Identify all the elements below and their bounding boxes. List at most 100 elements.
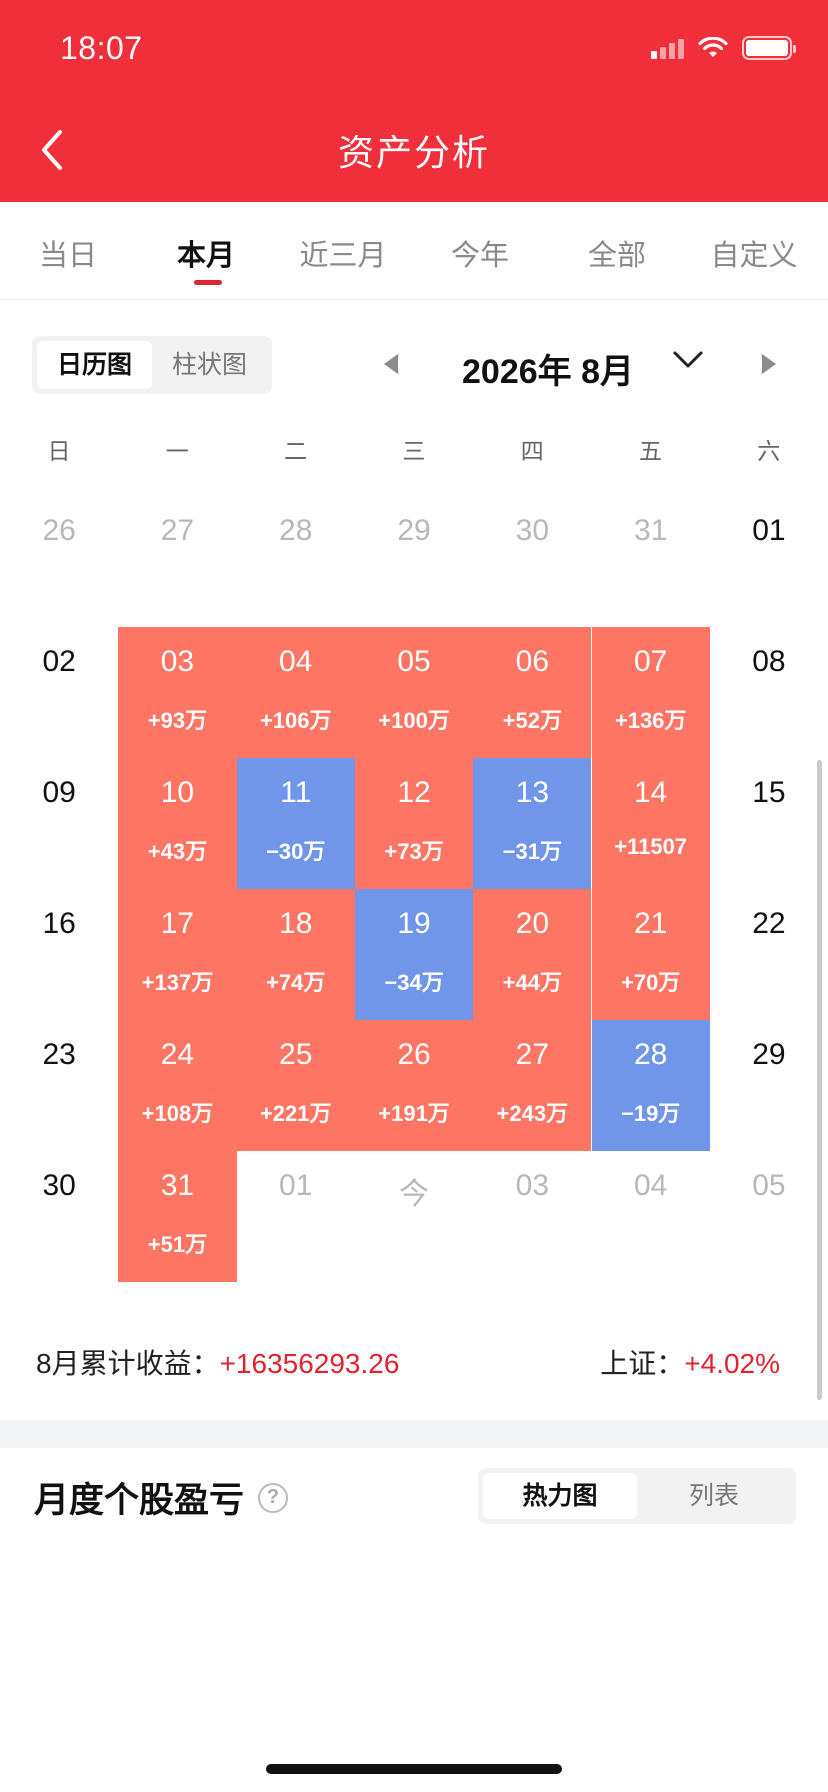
day-profit-value: −34万 (384, 970, 444, 995)
bar-chart-view-option[interactable]: 柱状图 (152, 341, 267, 389)
calendar-day-cell[interactable]: 26 +191万 (354, 1020, 474, 1151)
day-number: 24 (160, 1038, 195, 1071)
calendar-day-cell[interactable]: 15 (710, 758, 828, 889)
calendar-day-cell[interactable]: 20 +44万 (473, 889, 592, 1020)
day-number: 27 (515, 1038, 550, 1071)
calendar-day-cell[interactable]: 29 (710, 1020, 828, 1151)
calendar-day-cell[interactable]: 今 (355, 1151, 473, 1282)
tab-all[interactable]: 全部 (557, 232, 677, 274)
calendar-day-cell[interactable]: 24 +108万 (118, 1020, 237, 1151)
day-number: 03 (160, 645, 195, 678)
day-profit-value: +93万 (147, 708, 208, 733)
calendar-day-cell[interactable]: 28 −19万 (591, 1020, 710, 1151)
list-option[interactable]: 列表 (637, 1473, 791, 1519)
day-number: 08 (752, 645, 786, 678)
tab-this-year[interactable]: 今年 (420, 232, 540, 274)
tab-this-month[interactable]: 本月 (146, 232, 266, 274)
weekday-header: 日 一 二 三 四 五 六 (0, 432, 828, 468)
calendar-day-cell[interactable]: 16 (0, 889, 118, 1020)
chevron-down-icon[interactable] (672, 348, 704, 372)
day-number: 23 (42, 1038, 76, 1071)
day-number: 07 (633, 645, 668, 678)
day-number: 21 (633, 907, 668, 940)
calendar-day-cell[interactable]: 03 +93万 (118, 627, 237, 758)
heatmap-option[interactable]: 热力图 (483, 1473, 637, 1519)
cellular-signal-icon (651, 37, 684, 59)
app-header: 18:07 资产分析 (0, 0, 828, 202)
weekday-label: 三 (402, 438, 426, 464)
calendar-day-cell[interactable]: 23 (0, 1020, 118, 1151)
calendar-day-cell[interactable]: 28 (237, 496, 355, 627)
day-number: 22 (752, 907, 786, 940)
calendar-day-cell[interactable]: 26 (0, 496, 118, 627)
view-toggle: 日历图 柱状图 (32, 336, 272, 394)
tab-custom[interactable]: 自定义 (694, 232, 814, 274)
section-title: 月度个股盈亏 (34, 1481, 245, 1520)
day-number: 04 (279, 645, 313, 678)
day-number: 01 (279, 1169, 313, 1202)
calendar-day-cell[interactable]: 10 +43万 (118, 758, 237, 889)
status-time: 18:07 (60, 30, 143, 66)
next-month-icon[interactable] (762, 354, 776, 374)
calendar-day-cell[interactable]: 06 +52万 (473, 627, 592, 758)
calendar-day-cell[interactable]: 29 (355, 496, 473, 627)
calendar-day-cell[interactable]: 22 (710, 889, 828, 1020)
day-number: 31 (160, 1169, 195, 1202)
calendar-day-cell[interactable]: 19 −34万 (354, 889, 474, 1020)
calendar-day-cell[interactable]: 02 (0, 627, 118, 758)
calendar-day-cell[interactable]: 13 −31万 (473, 758, 592, 889)
tab-three-months[interactable]: 近三月 (283, 232, 403, 274)
calendar-day-cell[interactable]: 09 (0, 758, 118, 889)
calendar-day-cell[interactable]: 05 (710, 1151, 828, 1282)
calendar-day-cell[interactable]: 08 (710, 627, 828, 758)
calendar-day-cell[interactable]: 30 (473, 496, 591, 627)
calendar-day-cell[interactable]: 25 +221万 (236, 1020, 355, 1151)
calendar-day-cell[interactable]: 18 +74万 (236, 889, 355, 1020)
calendar-day-cell[interactable]: 01 (237, 1151, 355, 1282)
calendar-day-cell[interactable]: 31 +51万 (118, 1151, 237, 1282)
day-profit-value: +221万 (259, 1101, 332, 1126)
day-profit-value: +137万 (141, 970, 214, 995)
calendar-day-cell[interactable]: 01 (710, 496, 828, 627)
day-number: 28 (633, 1038, 668, 1071)
calendar-day-cell[interactable]: 14 +11507 (591, 758, 710, 889)
help-icon[interactable]: ? (258, 1482, 289, 1513)
home-indicator[interactable] (266, 1764, 562, 1774)
day-profit-value: +191万 (378, 1101, 450, 1126)
day-profit-value: +74万 (266, 970, 326, 995)
calendar-day-cell[interactable]: 11 −30万 (236, 758, 355, 889)
month-label[interactable]: 2026年 8月 (462, 344, 634, 393)
cumulative-profit-value: +16356293.26 (219, 1348, 400, 1379)
day-number: 19 (397, 907, 431, 940)
prev-month-icon[interactable] (384, 354, 398, 374)
calendar-day-cell[interactable]: 12 +73万 (354, 758, 474, 889)
month-navigator: 2026年 8月 (370, 340, 790, 393)
calendar-day-cell[interactable]: 04 +106万 (236, 627, 355, 758)
calendar-day-cell[interactable]: 04 (592, 1151, 710, 1282)
day-number: 05 (752, 1169, 786, 1202)
calendar-view-option[interactable]: 日历图 (37, 341, 152, 389)
scrollbar[interactable] (817, 760, 822, 1400)
calendar-day-cell[interactable]: 30 (0, 1151, 118, 1282)
calendar-day-cell[interactable]: 03 (473, 1151, 591, 1282)
day-number: 09 (42, 776, 76, 809)
day-number: 03 (515, 1169, 550, 1202)
tab-today[interactable]: 当日 (8, 232, 128, 274)
calendar-day-cell[interactable]: 05 +100万 (354, 627, 474, 758)
day-profit-value: −30万 (266, 839, 326, 864)
calendar-day-cell[interactable]: 27 (118, 496, 236, 627)
index-change: 上证：+4.02% (600, 1342, 780, 1382)
calendar-day-cell[interactable]: 21 +70万 (591, 889, 710, 1020)
calendar-day-cell[interactable]: 27 +243万 (473, 1020, 592, 1151)
calendar-day-cell[interactable]: 17 +137万 (118, 889, 237, 1020)
day-number: 17 (160, 907, 195, 940)
day-profit-value: +70万 (620, 970, 681, 995)
section-divider (0, 1420, 828, 1448)
day-number: 26 (42, 514, 76, 547)
day-number: 31 (633, 514, 668, 547)
calendar-day-cell[interactable]: 07 +136万 (591, 627, 710, 758)
period-tabs: 当日 本月 近三月 今年 全部 自定义 (0, 202, 828, 300)
status-icons (651, 36, 796, 60)
calendar-day-cell[interactable]: 31 (592, 496, 710, 627)
day-number: 28 (279, 514, 313, 547)
